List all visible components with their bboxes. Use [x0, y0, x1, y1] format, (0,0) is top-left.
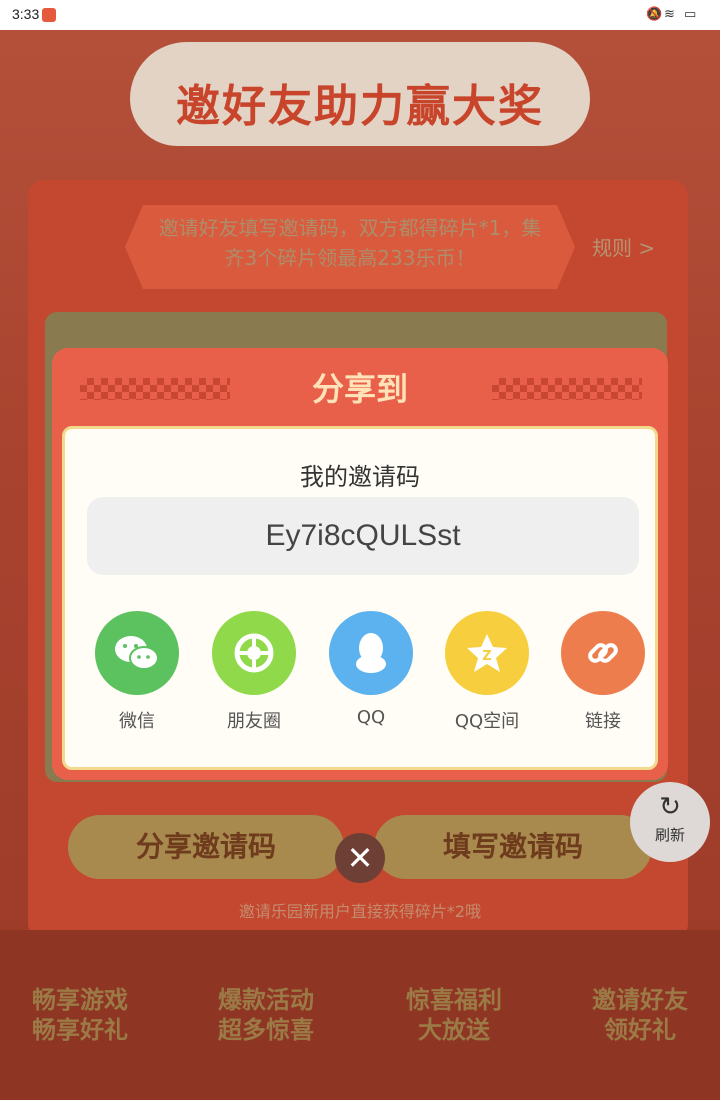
share-qzone[interactable]: Z QQ空间 [437, 611, 537, 733]
feature-3-line1: 惊喜福利 [406, 986, 502, 1014]
modal-title: 分享到 [311, 370, 408, 408]
share-wechat[interactable]: 微信 [87, 611, 187, 733]
share-qzone-label: QQ空间 [454, 711, 520, 732]
qq-icon [329, 611, 413, 695]
share-moments[interactable]: 朋友圈 [204, 611, 304, 733]
share-modal: 分享到 我的邀请码 Ey7i8cQULSst 微信 朋友圈 QQ Z QQ空间 … [52, 348, 668, 780]
share-wechat-label: 微信 [119, 711, 155, 732]
invite-code-label: 我的邀请码 [300, 463, 420, 491]
battery-icon: ▭ [684, 7, 697, 22]
invite-code-field[interactable]: Ey7i8cQULSst [87, 497, 639, 575]
feature-4-line2: 领好礼 [604, 1016, 676, 1044]
mute-icon: 🔕 [646, 7, 663, 22]
share-link[interactable]: 链接 [553, 611, 653, 733]
wechat-icon [95, 611, 179, 695]
svg-text:Z: Z [482, 649, 491, 664]
feature-3-line2: 大放送 [418, 1016, 490, 1044]
feature-1-line1: 畅享游戏 [32, 986, 128, 1014]
feature-2-line1: 爆款活动 [218, 986, 314, 1014]
feature-4-line1: 邀请好友 [592, 986, 688, 1014]
moments-icon [212, 611, 296, 695]
banner-text: 邀请好友填写邀请码，双方都得碎片*1，集齐3个碎片领最高233乐币！ [158, 216, 542, 270]
invite-note: 邀请乐园新用户直接获得碎片*2哦 [238, 902, 482, 921]
feature-2-line2: 超多惊喜 [218, 1016, 314, 1044]
share-code-button[interactable]: 分享邀请码 [68, 815, 344, 879]
refresh-button[interactable]: ↻ 刷新 [630, 782, 710, 862]
feature-3: 惊喜福利 大放送 [384, 985, 524, 1045]
link-icon [561, 611, 645, 695]
status-time: 3:33 [12, 6, 40, 22]
share-moments-label: 朋友圈 [227, 711, 281, 732]
feature-1-line2: 畅享好礼 [32, 1016, 128, 1044]
feature-2: 爆款活动 超多惊喜 [196, 985, 336, 1045]
feature-1: 畅享游戏 畅享好礼 [10, 985, 150, 1045]
share-link-label: 链接 [585, 711, 621, 732]
close-modal-button[interactable]: ✕ [335, 833, 385, 883]
qzone-icon: Z [445, 611, 529, 695]
share-qq[interactable]: QQ [321, 611, 421, 728]
status-bar: 3:33 🔕 ≋ ▭ [0, 0, 720, 30]
refresh-icon: ↻ [659, 792, 681, 822]
page-title: 邀好友助力赢大奖 [176, 81, 544, 132]
refresh-label: 刷新 [654, 826, 685, 844]
wifi-icon: ≋ [664, 7, 675, 22]
modal-body: 我的邀请码 Ey7i8cQULSst 微信 朋友圈 QQ Z QQ空间 链接 [62, 426, 658, 770]
feature-4: 邀请好友 领好礼 [570, 985, 710, 1045]
share-qq-label: QQ [356, 707, 386, 728]
enter-code-button[interactable]: 填写邀请码 [374, 815, 652, 879]
notification-app-icon [42, 8, 56, 22]
rules-link[interactable]: 规则 > [592, 232, 655, 261]
close-icon: ✕ [346, 839, 374, 877]
